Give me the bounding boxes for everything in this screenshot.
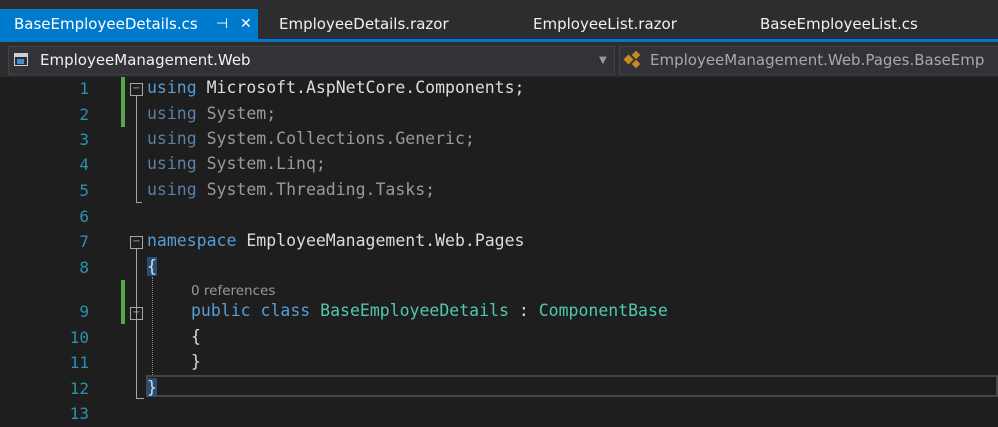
project-icon [14,53,28,66]
code-line-1: using Microsoft.AspNetCore.Components; [147,78,525,97]
line-number: 5 [79,181,89,200]
change-marker [121,77,125,127]
close-icon[interactable]: ✕ [240,9,252,40]
tab-base-employee-list[interactable]: BaseEmployeeList.cs [760,9,918,40]
chevron-down-icon[interactable]: ▼ [599,47,607,74]
change-marker [121,280,125,324]
code-line-5: using System.Threading.Tasks; [147,180,436,199]
project-dropdown[interactable]: EmployeeManagement.Web ▼ [8,46,615,75]
outline-guide [136,202,142,203]
code-line-12: } [147,378,157,397]
line-number: 13 [69,404,89,423]
indent-guide [152,277,153,375]
line-number: 2 [79,105,89,124]
code-line-9: public class BaseEmployeeDetails : Compo… [191,301,668,320]
code-editor[interactable]: 1 2 3 4 5 6 7 8 9 10 11 12 13 − − − usin… [0,77,998,427]
tab-label: BaseEmployeeList.cs [760,15,918,33]
line-number: 9 [79,302,89,321]
collapse-icon[interactable]: − [130,236,143,249]
tab-base-employee-details[interactable]: BaseEmployeeDetails.cs ⊣ ✕ [0,9,258,40]
tab-label: BaseEmployeeDetails.cs [14,15,198,33]
line-number: 6 [79,207,89,226]
code-line-7: namespace EmployeeManagement.Web.Pages [147,231,525,250]
type-scope-name: EmployeeManagement.Web.Pages.BaseEmp [650,51,985,69]
outline-guide [136,249,137,399]
current-line-highlight [146,375,998,397]
codelens-references[interactable]: 0 references [191,283,275,299]
line-number: 7 [79,232,89,251]
code-line-8: { [147,257,157,276]
collapse-icon[interactable]: − [130,83,143,96]
code-line-10: { [191,327,201,346]
class-icon [623,50,643,69]
line-number: 11 [69,353,89,372]
collapse-icon[interactable]: − [130,307,143,320]
line-number: 12 [69,379,89,398]
code-line-11: } [191,352,201,371]
navigation-bar: EmployeeManagement.Web ▼ EmployeeManagem… [0,42,998,77]
outline-guide [136,96,137,202]
tab-employee-list-razor[interactable]: EmployeeList.razor [533,9,677,40]
project-name: EmployeeManagement.Web [40,51,251,69]
code-line-4: using System.Linq; [147,154,326,173]
tab-employee-details-razor[interactable]: EmployeeDetails.razor [279,9,449,40]
line-number: 3 [79,130,89,149]
line-number: 1 [79,79,89,98]
outline-guide [136,398,144,399]
code-line-3: using System.Collections.Generic; [147,129,475,148]
tab-label: EmployeeList.razor [533,15,677,33]
code-line-2: using System; [147,104,277,123]
line-number: 8 [79,258,89,277]
line-number: 10 [69,328,89,347]
type-scope-dropdown[interactable]: EmployeeManagement.Web.Pages.BaseEmp [619,46,998,75]
tab-label: EmployeeDetails.razor [279,15,449,33]
document-tab-strip: BaseEmployeeDetails.cs ⊣ ✕ EmployeeDetai… [0,0,998,40]
pin-icon[interactable]: ⊣ [216,9,228,40]
line-number: 4 [79,155,89,174]
